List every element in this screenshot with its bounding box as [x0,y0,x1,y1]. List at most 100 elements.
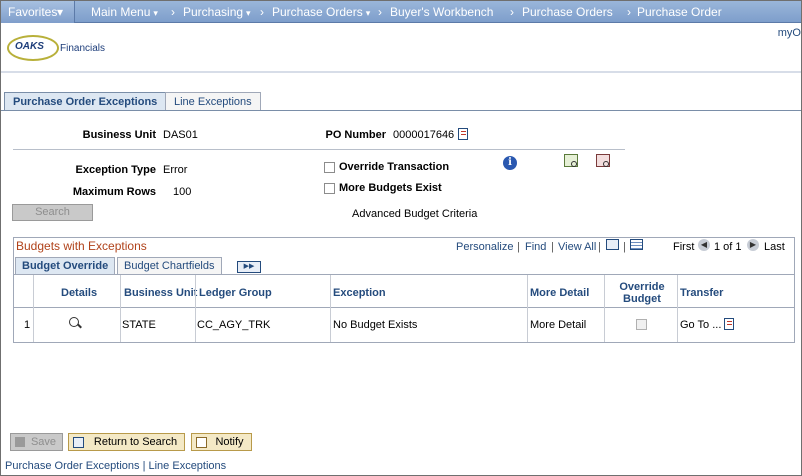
find-link[interactable]: Find [525,241,546,253]
nav-purchasing[interactable]: Purchasing ▾ [183,5,251,19]
nav-buyers-workbench[interactable]: Buyer's Workbench [390,5,493,19]
col-divider [604,275,605,342]
main-menu[interactable]: Main Menu ▾ [91,5,158,19]
transfer-link-icon[interactable] [724,318,734,330]
row-range: 1 of 1 [714,241,742,253]
main-menu-label[interactable]: Main Menu [91,5,150,19]
next-arrow-icon[interactable]: ▶ [747,239,759,251]
col-details: Details [61,287,98,299]
last-label: Last [764,241,785,253]
toolbar-separator: | [623,241,626,253]
header-divider [1,71,801,73]
advanced-budget-criteria: Advanced Budget Criteria [352,208,478,220]
col-divider [527,275,528,342]
tab-line-exceptions[interactable]: Line Exceptions [165,92,261,110]
notify-label: Notify [215,436,244,448]
footer-link-po-exceptions[interactable]: Purchase Order Exceptions [5,460,140,472]
col-transfer: Transfer [680,287,724,299]
top-nav-bar: Favorites ▾ Main Menu ▾ › Purchasing ▾ › P… [1,1,801,23]
col-more-detail: More Detail [530,287,590,299]
tab-budget-override[interactable]: Budget Override [15,257,116,274]
cell-more-detail[interactable]: More Detail [530,319,586,331]
view-all-link[interactable]: View All [558,241,596,253]
nav-purchasing-label[interactable]: Purchasing [183,5,243,19]
save-label: Save [30,436,57,448]
col-exception: Exception [333,287,386,299]
footer-separator: | [142,460,146,472]
col-divider [330,275,331,342]
chevron-down-icon[interactable]: ▾ [153,8,158,18]
my-link[interactable]: myO [778,27,801,39]
tab-divider [1,110,801,111]
exception-type-label: Exception Type [75,164,156,176]
chevron-right-icon: › [171,5,175,19]
favorites-label[interactable]: Favorites [8,5,57,19]
document-link-icon[interactable] [458,128,468,140]
show-all-columns-icon[interactable]: ▶▶ [237,261,261,273]
po-number-value: 0000017646 [393,129,455,141]
business-unit-label: Business Unit [82,129,156,141]
row-number: 1 [24,319,31,331]
favorites-menu[interactable]: Favorites ▾ [1,1,75,23]
grid-title: Budgets with Exceptions [16,239,147,253]
cell-ledger-group: CC_AGY_TRK [197,319,271,331]
toolbar-separator: | [517,241,520,253]
footer-link-line-exceptions[interactable]: Line Exceptions [149,460,227,472]
business-unit-value: DAS01 [163,129,198,141]
notify-icon [196,437,207,448]
override-budget-checkbox[interactable] [636,319,647,330]
cell-transfer[interactable]: Go To ... [680,319,721,331]
chevron-right-icon: › [510,5,514,19]
clear-search-icon[interactable] [596,154,610,167]
nav-purchase-orders[interactable]: Purchase Orders ▾ [272,5,370,19]
override-transaction-checkbox[interactable] [324,162,335,173]
col-override-line2: Budget [623,293,661,305]
nav-purchase-order[interactable]: Purchase Order [637,5,722,19]
tab-budget-chartfields[interactable]: Budget Chartfields [117,257,222,274]
return-to-search-label: Return to Search [93,436,178,448]
info-icon[interactable]: i [503,156,517,170]
notify-button[interactable]: Notify [191,433,252,451]
col-override-line1: Override [619,281,665,293]
logo-text: OAKS [15,41,44,52]
logo-subtitle: Financials [60,43,106,54]
override-transaction-label: Override Transaction [339,161,450,173]
nav-purchase-orders-label[interactable]: Purchase Orders [272,5,363,19]
col-divider [677,275,678,342]
max-rows-label: Maximum Rows [72,186,156,198]
chevron-down-icon[interactable]: ▾ [246,8,251,18]
download-spreadsheet-icon[interactable] [630,239,643,250]
more-budgets-label: More Budgets Exist [339,182,442,194]
exception-type-value: Error [163,164,188,176]
save-button[interactable]: Save [10,433,63,451]
col-ledger-group: Ledger Group [199,287,272,299]
chevron-down-icon[interactable]: ▾ [366,8,371,18]
chevron-right-icon: › [627,5,631,19]
tab-purchase-order-exceptions[interactable]: Purchase Order Exceptions [4,92,167,110]
first-label: First [673,241,695,253]
previous-arrow-icon[interactable]: ◀ [698,239,710,251]
inquiry-magnifier-icon[interactable] [564,154,578,167]
save-icon [15,437,25,447]
more-budgets-checkbox[interactable] [324,183,335,194]
chevron-right-icon: › [378,5,382,19]
toolbar-separator: | [551,241,554,253]
po-number-label: PO Number [325,129,386,141]
col-business-unit: Business Unit [124,287,198,299]
form-divider [13,149,625,150]
cell-business-unit: STATE [122,319,156,331]
zoom-grid-icon[interactable] [606,239,619,250]
col-divider [195,275,196,342]
return-search-icon [73,437,84,448]
details-magnifier-icon[interactable] [69,317,82,329]
max-rows-value: 100 [173,186,192,198]
return-to-search-button[interactable]: Return to Search [68,433,185,451]
app-header: OAKS Financials myO [1,23,801,71]
personalize-link[interactable]: Personalize [456,241,513,253]
chevron-down-icon[interactable]: ▾ [57,5,63,19]
nav-purchase-orders-2[interactable]: Purchase Orders [522,5,613,19]
search-button[interactable]: Search [12,204,93,221]
chevron-right-icon: › [260,5,264,19]
col-divider [33,275,34,342]
footer-links: Purchase Order Exceptions | Line Excepti… [5,460,226,472]
